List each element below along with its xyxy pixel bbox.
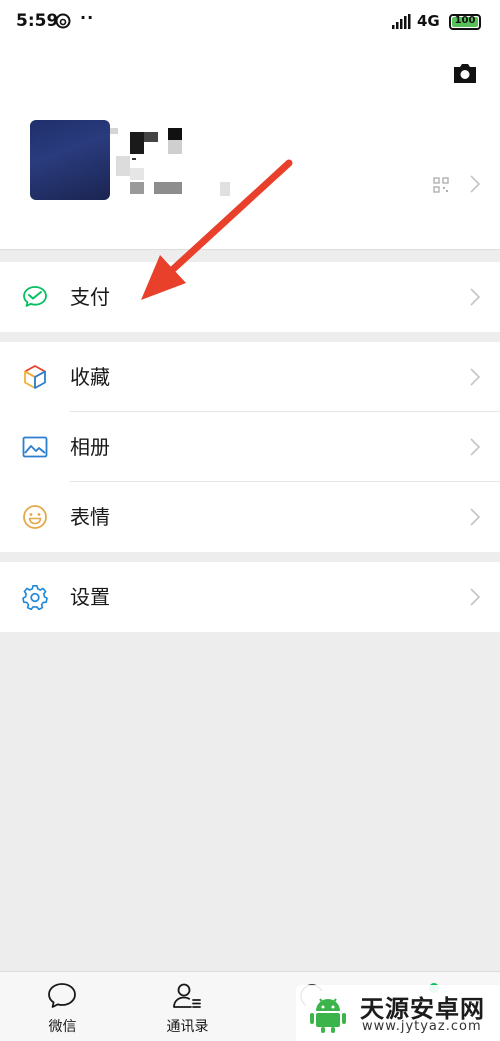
chevron-right-icon <box>470 588 480 606</box>
menu-item-pay[interactable]: 支付 <box>0 262 500 332</box>
album-picture-icon <box>22 436 48 458</box>
menu-item-label: 表情 <box>70 505 110 529</box>
network-type: 4G <box>417 12 440 30</box>
notification-dots: ·· <box>80 8 95 27</box>
qr-code-icon[interactable] <box>433 177 449 193</box>
chat-bubble-icon <box>48 983 76 1008</box>
menu-item-label: 收藏 <box>70 365 110 389</box>
battery-level: 100 <box>454 15 476 26</box>
tab-chats[interactable]: 微信 <box>0 972 125 1041</box>
profile-header[interactable] <box>0 44 500 250</box>
menu-item-album[interactable]: 相册 <box>0 412 500 482</box>
menu-item-favorites[interactable]: 收藏 <box>0 342 500 412</box>
signal-icon <box>392 14 411 29</box>
menu-group-pay: 支付 <box>0 262 500 332</box>
tab-label: 微信 <box>48 1019 77 1035</box>
avatar[interactable] <box>30 120 110 200</box>
status-time: 5:59 <box>16 11 59 31</box>
menu-item-settings[interactable]: 设置 <box>0 562 500 632</box>
menu-group-settings: 设置 <box>0 562 500 632</box>
chevron-right-icon <box>470 508 480 526</box>
menu-item-label: 支付 <box>70 285 110 309</box>
netease-music-icon <box>55 13 71 29</box>
battery-icon: 100 <box>449 14 481 30</box>
chevron-right-icon <box>470 288 480 306</box>
android-robot-logo-icon <box>306 991 350 1035</box>
favorites-cube-icon <box>24 365 46 389</box>
chevron-right-icon <box>470 438 480 456</box>
camera-icon[interactable] <box>452 62 478 84</box>
pay-icon <box>23 286 47 307</box>
sticker-smile-icon <box>23 505 47 529</box>
contacts-icon <box>173 983 201 1008</box>
tab-contacts[interactable]: 通讯录 <box>125 972 250 1041</box>
settings-gear-icon <box>22 585 48 610</box>
watermark-url: www.jytyaz.com <box>362 1019 482 1034</box>
chevron-right-icon <box>470 175 480 193</box>
tab-label: 通讯录 <box>166 1019 209 1035</box>
menu-item-label: 设置 <box>70 585 110 609</box>
menu-item-stickers[interactable]: 表情 <box>0 482 500 552</box>
status-bar: 5:59 ·· 4G 100 <box>0 0 500 44</box>
nickname-mosaic <box>110 128 230 196</box>
watermark: 天源安卓网 www.jytyaz.com <box>296 985 500 1041</box>
menu-group-content: 收藏 相册 表情 <box>0 342 500 552</box>
menu-item-label: 相册 <box>70 435 110 459</box>
chevron-right-icon <box>470 368 480 386</box>
